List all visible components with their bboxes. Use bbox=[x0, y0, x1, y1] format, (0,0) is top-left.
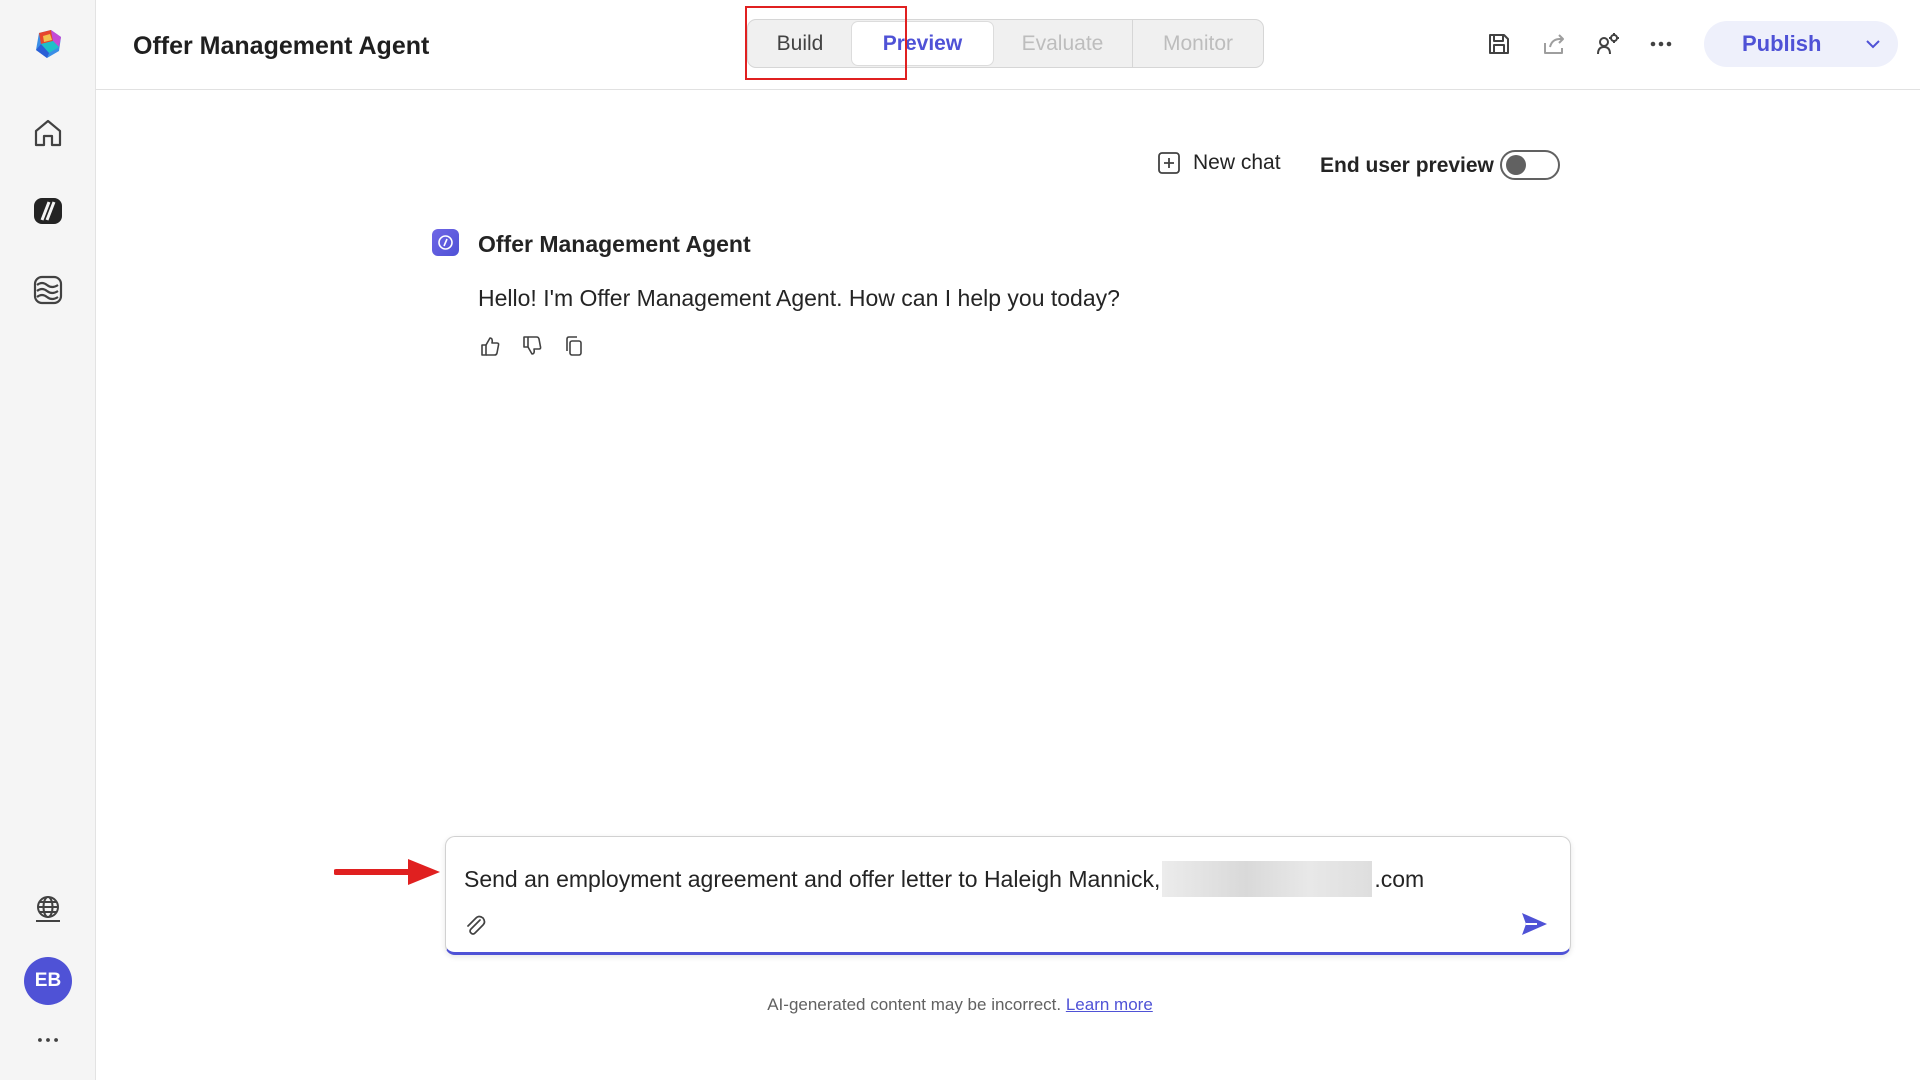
globe-icon[interactable] bbox=[20, 881, 76, 937]
message-sender: Offer Management Agent bbox=[478, 231, 751, 257]
home-icon[interactable] bbox=[20, 105, 76, 161]
publish-button[interactable]: Publish bbox=[1704, 21, 1898, 67]
learn-more-link[interactable]: Learn more bbox=[1066, 995, 1153, 1014]
message-text: Hello! I'm Offer Management Agent. How c… bbox=[478, 285, 1120, 311]
share-icon[interactable] bbox=[1538, 28, 1570, 60]
chat-input-text[interactable]: Send an employment agreement and offer l… bbox=[464, 861, 1424, 897]
send-icon[interactable] bbox=[1517, 907, 1551, 941]
agent-icon bbox=[432, 229, 459, 256]
header: Offer Management Agent Build Preview Eva… bbox=[96, 0, 1920, 90]
publish-label: Publish bbox=[1742, 31, 1822, 56]
chat-input-text-before: Send an employment agreement and offer l… bbox=[464, 865, 1161, 892]
app-title: Offer Management Agent bbox=[133, 32, 430, 60]
chat-input-text-after: .com bbox=[1374, 865, 1425, 892]
new-chat-button[interactable]: New chat bbox=[1156, 150, 1281, 176]
end-user-preview-label: End user preview bbox=[1320, 154, 1494, 177]
end-user-preview-toggle[interactable] bbox=[1500, 150, 1560, 180]
chat-input-box[interactable]: Send an employment agreement and offer l… bbox=[445, 836, 1571, 955]
agents-icon[interactable] bbox=[20, 183, 76, 239]
chevron-down-icon[interactable] bbox=[1862, 33, 1884, 55]
tab-evaluate: Evaluate bbox=[1021, 31, 1104, 55]
red-arrow-icon bbox=[334, 859, 440, 885]
knowledge-icon[interactable] bbox=[20, 262, 76, 318]
disclaimer-text: AI-generated content may be incorrect. bbox=[767, 995, 1062, 1014]
save-icon[interactable] bbox=[1483, 28, 1515, 60]
thumbs-up-icon[interactable] bbox=[477, 333, 503, 359]
more-options-icon[interactable] bbox=[1645, 28, 1677, 60]
copy-icon[interactable] bbox=[561, 333, 587, 359]
thumbs-down-icon[interactable] bbox=[519, 333, 545, 359]
more-icon[interactable] bbox=[26, 1030, 70, 1050]
add-square-icon bbox=[1158, 152, 1180, 174]
toggle-knob bbox=[1506, 155, 1526, 175]
redacted-email bbox=[1162, 861, 1373, 897]
copilot-studio-logo-icon[interactable] bbox=[20, 16, 76, 72]
disclaimer: AI-generated content may be incorrect. L… bbox=[0, 995, 1920, 1015]
people-settings-icon[interactable] bbox=[1592, 28, 1624, 60]
attach-icon[interactable] bbox=[460, 910, 490, 940]
left-rail: EB bbox=[0, 0, 96, 1080]
tab-monitor: Monitor bbox=[1162, 31, 1234, 55]
highlight-box bbox=[745, 6, 907, 80]
new-chat-label: New chat bbox=[1193, 151, 1281, 174]
